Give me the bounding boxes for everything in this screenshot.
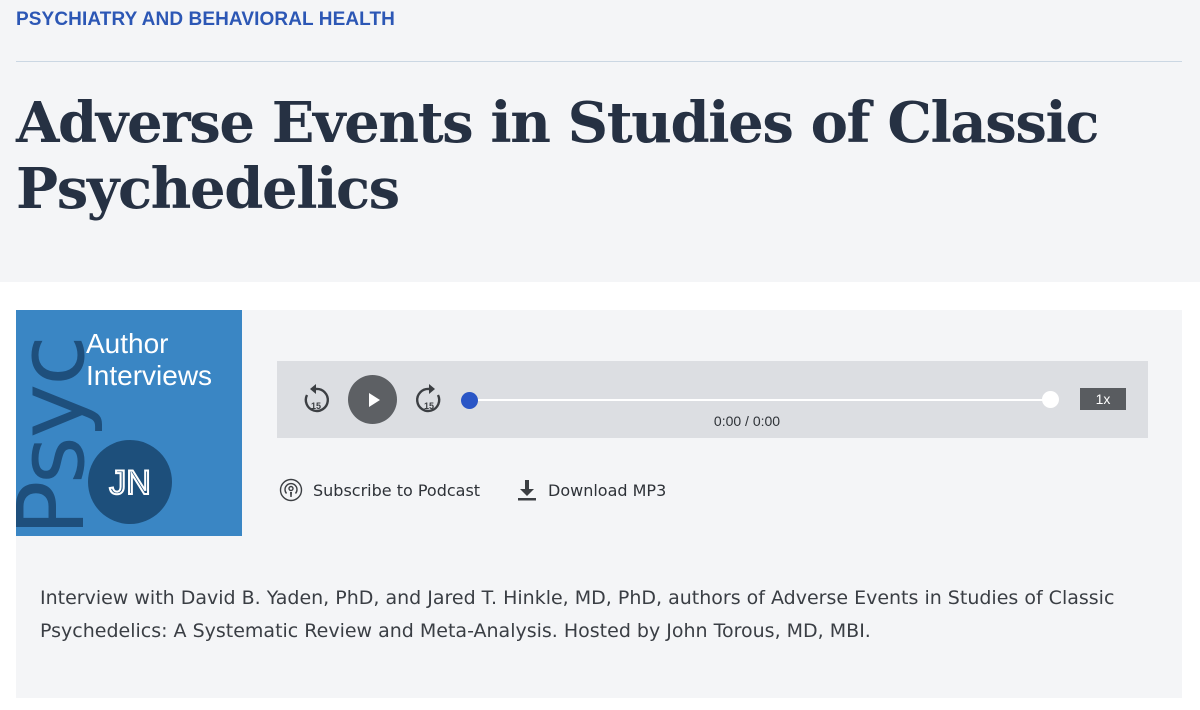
jn-logo-text: JN xyxy=(109,464,151,502)
subscribe-to-podcast-link[interactable]: Subscribe to Podcast xyxy=(279,477,480,503)
download-mp3-link[interactable]: Download MP3 xyxy=(516,477,666,503)
progress-track[interactable] xyxy=(469,399,1051,401)
cover-title: Author Interviews xyxy=(86,328,212,392)
skip-forward-button[interactable]: 15 xyxy=(414,381,444,417)
page-title: Adverse Events in Studies of Classic Psy… xyxy=(16,90,1099,222)
playback-speed-button[interactable]: 1x xyxy=(1080,388,1126,410)
rewind-15-icon: 15 xyxy=(304,384,329,413)
podcast-icon xyxy=(279,478,303,502)
article-header: PSYCHIATRY AND BEHAVIORAL HEALTH Adverse… xyxy=(0,0,1200,282)
skip-back-seconds: 15 xyxy=(311,401,321,411)
progress-handle[interactable] xyxy=(461,392,478,409)
cover-title-line-2: Interviews xyxy=(86,360,213,391)
play-icon xyxy=(368,392,380,407)
progress-end-marker xyxy=(1042,391,1059,408)
audio-player: 15 15 0:00 / 0:00 1x xyxy=(277,361,1148,438)
skip-back-button[interactable]: 15 xyxy=(301,381,331,417)
interview-description: Interview with David B. Yaden, PhD, and … xyxy=(40,587,1115,642)
subscribe-label: Subscribe to Podcast xyxy=(313,480,481,500)
cover-title-line-1: Author xyxy=(86,328,169,359)
play-button[interactable] xyxy=(348,375,397,424)
forward-15-icon: 15 xyxy=(416,384,441,413)
podcast-cover-art: Psyc Author Interviews JN xyxy=(16,310,242,536)
podcast-card: Psyc Author Interviews JN 15 15 0:00 / 0… xyxy=(16,310,1182,698)
download-icon xyxy=(518,480,536,501)
skip-forward-seconds: 15 xyxy=(424,401,434,411)
jn-logo: JN xyxy=(88,440,172,524)
time-readout: 0:00 / 0:00 xyxy=(713,413,781,429)
section-label[interactable]: PSYCHIATRY AND BEHAVIORAL HEALTH xyxy=(16,9,395,31)
header-divider xyxy=(16,61,1182,62)
jn-logo-mark: JN xyxy=(108,463,152,502)
download-label: Download MP3 xyxy=(548,480,667,500)
